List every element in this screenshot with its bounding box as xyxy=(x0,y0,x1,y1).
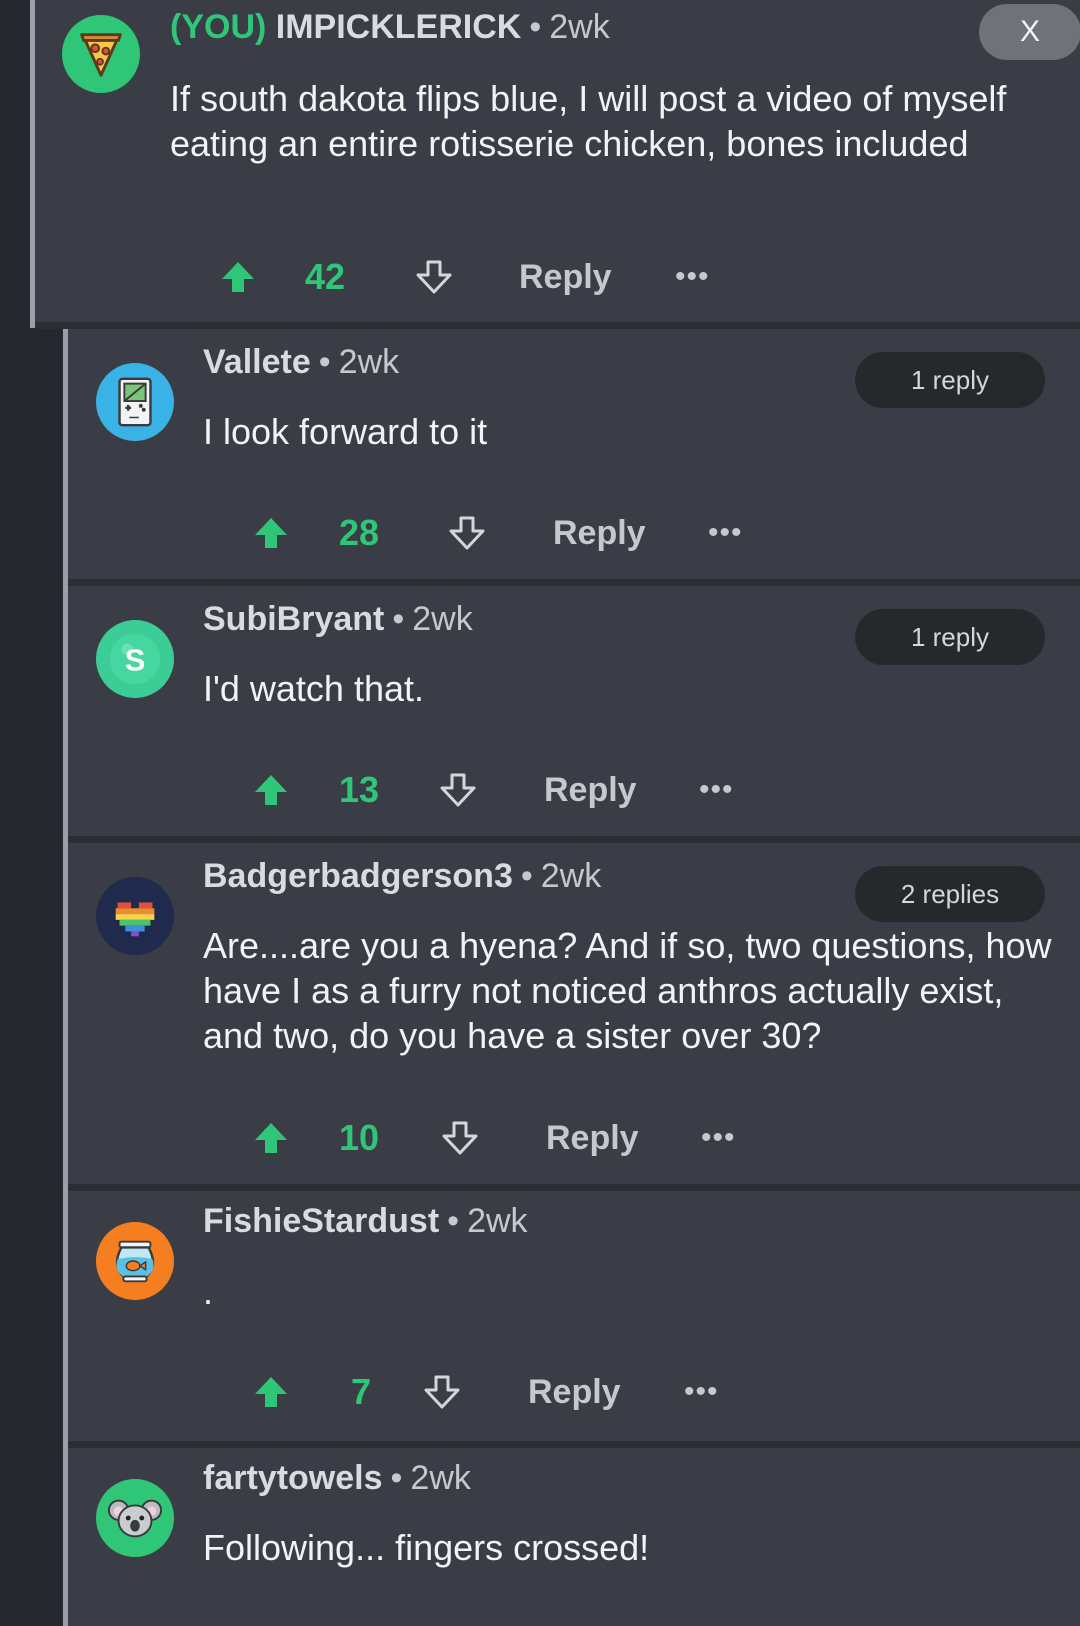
replies-badge[interactable]: 1 reply xyxy=(855,609,1045,665)
comment-header: fartytowels • 2wk xyxy=(203,1459,471,1498)
timestamp: 2wk xyxy=(338,343,400,381)
comment-actions: 42 Reply ••• xyxy=(220,252,780,302)
username[interactable]: Badgerbadgerson3 xyxy=(203,857,513,895)
divider xyxy=(68,1441,1080,1448)
separator-dot: • xyxy=(318,343,331,381)
avatar[interactable] xyxy=(96,877,174,955)
username[interactable]: IMPICKLERICK xyxy=(276,8,522,46)
upvote-icon[interactable] xyxy=(253,508,289,558)
close-button[interactable]: X xyxy=(979,4,1080,60)
reply-button[interactable]: Reply xyxy=(544,765,637,815)
downvote-icon[interactable] xyxy=(440,765,476,815)
downvote-icon[interactable] xyxy=(424,1367,460,1417)
koala-icon xyxy=(107,1499,163,1538)
comment-header: SubiBryant • 2wk xyxy=(203,600,473,639)
comment-text: I look forward to it xyxy=(203,411,488,452)
upvote-icon[interactable] xyxy=(220,252,256,302)
vote-score: 28 xyxy=(339,512,380,553)
vote-score: 42 xyxy=(305,256,346,297)
upvote-icon[interactable] xyxy=(253,765,289,815)
comment-badgerbadgerson3: Badgerbadgerson3 • 2wk 2 replies Are....ar… xyxy=(68,843,1080,1184)
pizza-icon xyxy=(80,33,122,77)
comment-text: . xyxy=(203,1271,214,1312)
downvote-icon[interactable] xyxy=(416,252,452,302)
fishbowl-icon xyxy=(115,1240,155,1283)
avatar[interactable] xyxy=(62,15,140,93)
divider xyxy=(68,836,1080,843)
divider xyxy=(68,1184,1080,1191)
vote-score: 7 xyxy=(351,1371,372,1412)
comment-fartytowels: fartytowels • 2wk Following... fingers cro… xyxy=(68,1448,1080,1626)
more-options-button[interactable]: ••• xyxy=(684,1367,719,1417)
comment-text: Are....are you a hyena? And if so, two q… xyxy=(203,925,1052,1056)
separator-dot: • xyxy=(520,857,533,895)
comment-actions: 13 Reply ••• xyxy=(253,765,813,815)
replies-badge[interactable]: 1 reply xyxy=(855,352,1045,408)
comment-header: Vallete • 2wk xyxy=(203,343,399,382)
comment-header: (YOU) IMPICKLERICK • 2wk xyxy=(170,8,610,47)
upvote-icon[interactable] xyxy=(253,1113,289,1163)
timestamp: 2wk xyxy=(540,857,602,895)
gameboy-icon xyxy=(118,377,152,427)
downvote-icon[interactable] xyxy=(442,1113,478,1163)
separator-dot: • xyxy=(529,8,542,46)
username[interactable]: SubiBryant xyxy=(203,600,384,638)
avatar[interactable] xyxy=(96,363,174,441)
avatar[interactable]: S xyxy=(96,620,174,698)
divider xyxy=(68,579,1080,586)
comment-subibryant: S SubiBryant • 2wk 1 reply I'd watch that.… xyxy=(68,586,1080,836)
replies-badge[interactable]: 2 replies xyxy=(855,866,1045,922)
more-options-button[interactable]: ••• xyxy=(675,252,710,302)
avatar[interactable] xyxy=(96,1479,174,1557)
reply-button[interactable]: Reply xyxy=(519,252,612,302)
comment-fishiestardust: FishieStardust • 2wk . 7 Reply ••• xyxy=(68,1191,1080,1441)
comment-actions: 28 Reply ••• xyxy=(253,508,813,558)
rainbow-heart-icon xyxy=(115,902,155,937)
you-tag: (YOU) xyxy=(170,8,267,46)
vote-score: 10 xyxy=(339,1117,380,1158)
avatar[interactable] xyxy=(96,1222,174,1300)
avatar-letter: S xyxy=(125,643,146,678)
username[interactable]: FishieStardust xyxy=(203,1202,439,1240)
divider xyxy=(35,322,1080,329)
separator-dot: • xyxy=(390,1459,403,1497)
comment-vallete: Vallete • 2wk 1 reply I look forward to it… xyxy=(68,329,1080,579)
comment-text: Following... fingers crossed! xyxy=(203,1527,650,1568)
reply-button[interactable]: Reply xyxy=(553,508,646,558)
username[interactable]: Vallete xyxy=(203,343,311,381)
more-options-button[interactable]: ••• xyxy=(699,765,734,815)
comment-header: Badgerbadgerson3 • 2wk xyxy=(203,857,601,896)
reply-button[interactable]: Reply xyxy=(546,1113,639,1163)
separator-dot: • xyxy=(447,1202,460,1240)
vote-score: 13 xyxy=(339,769,380,810)
reply-button[interactable]: Reply xyxy=(528,1367,621,1417)
more-options-button[interactable]: ••• xyxy=(701,1113,736,1163)
timestamp: 2wk xyxy=(410,1459,471,1497)
comment-header: FishieStardust • 2wk xyxy=(203,1202,528,1241)
letter-s-icon: S xyxy=(109,633,161,685)
separator-dot: • xyxy=(392,600,405,638)
comment-text: I'd watch that. xyxy=(203,668,424,709)
downvote-icon[interactable] xyxy=(449,508,485,558)
timestamp: 2wk xyxy=(549,8,610,46)
timestamp: 2wk xyxy=(467,1202,528,1240)
comment-impicklerick: (YOU) IMPICKLERICK • 2wk If south dakota f… xyxy=(35,0,1080,322)
more-options-button[interactable]: ••• xyxy=(708,508,743,558)
upvote-icon[interactable] xyxy=(253,1367,289,1417)
timestamp: 2wk xyxy=(412,600,473,638)
comment-text: If south dakota flips blue, I will post … xyxy=(170,78,1007,164)
comment-actions: 7 Reply ••• xyxy=(253,1367,813,1417)
comment-actions: 10 Reply ••• xyxy=(253,1113,813,1163)
username[interactable]: fartytowels xyxy=(203,1459,383,1497)
thread-rail-nested xyxy=(0,328,63,1626)
